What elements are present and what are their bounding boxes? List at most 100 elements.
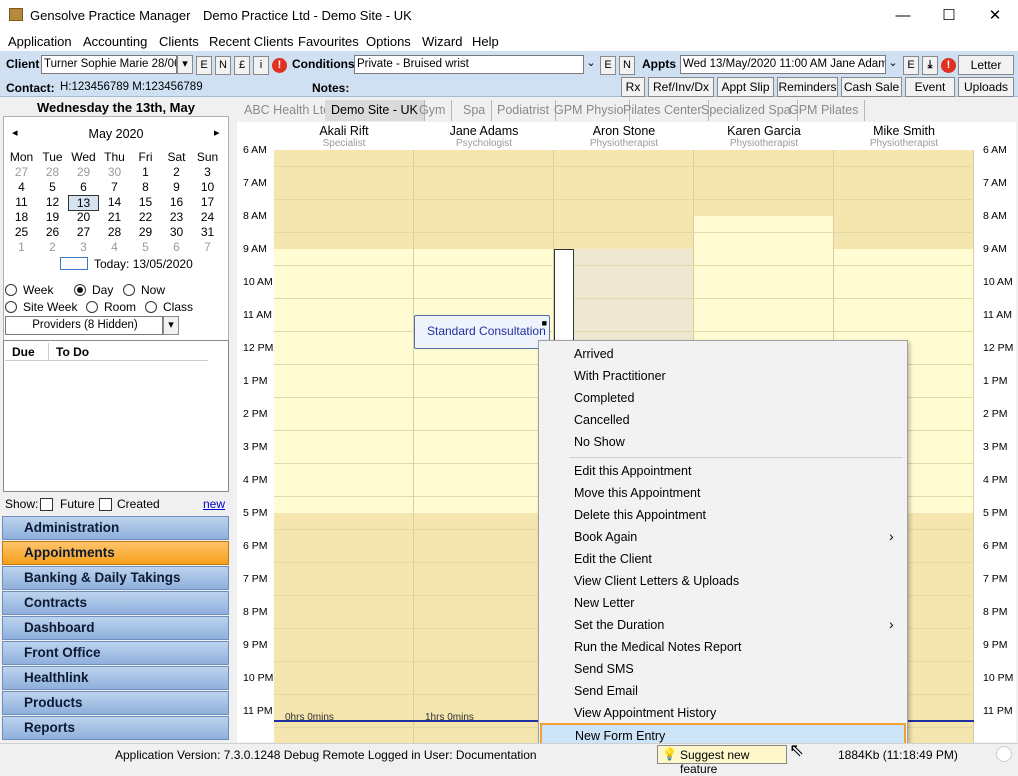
calendar-day[interactable]: 18: [6, 210, 37, 224]
next-month-icon[interactable]: ▸: [214, 126, 220, 139]
calendar-day[interactable]: 24: [192, 210, 223, 224]
menu-item-send-sms[interactable]: Send SMS: [574, 662, 634, 676]
client-edit-button[interactable]: E: [196, 56, 212, 75]
calendar-day[interactable]: 30: [99, 165, 130, 179]
created-checkbox[interactable]: [99, 498, 112, 511]
calendar-day[interactable]: 12: [37, 195, 68, 209]
tab-demo-site-uk[interactable]: Demo Site - UK: [325, 100, 425, 121]
calendar-day[interactable]: 3: [192, 165, 223, 179]
calendar-day[interactable]: 16: [161, 195, 192, 209]
ref-inv-dx-button[interactable]: Ref/Inv/Dx: [648, 77, 714, 97]
calendar-day[interactable]: 2: [37, 240, 68, 254]
calendar-day[interactable]: 3: [68, 240, 99, 254]
calendar-day[interactable]: 13: [68, 195, 99, 211]
calendar-day[interactable]: 7: [99, 180, 130, 194]
conditions-notes-button[interactable]: N: [619, 56, 635, 75]
calendar-day[interactable]: 4: [99, 240, 130, 254]
menu-clients[interactable]: Clients: [159, 34, 199, 49]
new-todo-link[interactable]: new: [203, 497, 225, 511]
calendar-day[interactable]: 27: [6, 165, 37, 179]
calendar-day[interactable]: 21: [99, 210, 130, 224]
conditions-edit-button[interactable]: E: [600, 56, 616, 75]
calendar-day[interactable]: 19: [37, 210, 68, 224]
menu-item-completed[interactable]: Completed: [574, 391, 634, 405]
tab-spa[interactable]: Spa: [457, 100, 493, 121]
calendar-day[interactable]: 7: [192, 240, 223, 254]
providers-chevron-icon[interactable]: ▾: [163, 316, 179, 335]
appts-chevron-icon[interactable]: ⌄: [886, 56, 900, 74]
download-icon[interactable]: ⤓: [922, 56, 938, 75]
providers-select[interactable]: Providers (8 Hidden): [5, 316, 163, 335]
menu-item-move-appointment[interactable]: Move this Appointment: [574, 486, 700, 500]
appts-select[interactable]: Wed 13/May/2020 11:00 AM Jane Adam: [680, 55, 886, 74]
calendar-day[interactable]: 28: [37, 165, 68, 179]
calendar-day[interactable]: 4: [6, 180, 37, 194]
menu-item-no-show[interactable]: No Show: [574, 435, 625, 449]
menu-item-view-letters-uploads[interactable]: View Client Letters & Uploads: [574, 574, 739, 588]
nav-reports[interactable]: Reports: [2, 716, 229, 740]
menu-item-arrived[interactable]: Arrived: [574, 347, 614, 361]
close-button[interactable]: ✕: [972, 0, 1018, 31]
menu-item-cancelled[interactable]: Cancelled: [574, 413, 630, 427]
letter-button[interactable]: Letter: [958, 55, 1014, 75]
class-radio[interactable]: [145, 301, 157, 313]
suggest-feature-button[interactable]: 💡 Suggest new feature: [657, 745, 787, 776]
calendar-day[interactable]: 9: [161, 180, 192, 194]
client-notes-button[interactable]: N: [215, 56, 231, 75]
client-alert-icon[interactable]: !: [272, 58, 287, 73]
maximize-button[interactable]: ☐: [926, 0, 972, 31]
month-title[interactable]: May 2020: [4, 127, 228, 141]
today-link[interactable]: Today: 13/05/2020: [94, 257, 193, 271]
menu-recent-clients[interactable]: Recent Clients: [209, 34, 294, 49]
room-radio[interactable]: [86, 301, 98, 313]
menu-help[interactable]: Help: [472, 34, 499, 49]
menu-wizard[interactable]: Wizard: [422, 34, 462, 49]
todo-due-column[interactable]: Due: [12, 345, 35, 359]
now-radio[interactable]: [123, 284, 135, 296]
calendar-day[interactable]: 22: [130, 210, 161, 224]
tab-podiatrist[interactable]: Podiatrist: [491, 100, 557, 121]
calendar-day[interactable]: 6: [68, 180, 99, 194]
calendar-day[interactable]: 20: [68, 210, 99, 224]
menu-item-medical-notes-report[interactable]: Run the Medical Notes Report: [574, 640, 741, 654]
menu-item-edit-client[interactable]: Edit the Client: [574, 552, 652, 566]
conditions-chevron-icon[interactable]: ⌄: [584, 56, 598, 74]
calendar-day[interactable]: 25: [6, 225, 37, 239]
event-button[interactable]: Event: [905, 77, 955, 97]
menu-item-delete-appointment[interactable]: Delete this Appointment: [574, 508, 706, 522]
appt-slip-button[interactable]: Appt Slip: [717, 77, 774, 97]
calendar-day[interactable]: 1: [130, 165, 161, 179]
calendar-day[interactable]: 5: [37, 180, 68, 194]
conditions-select[interactable]: Private - Bruised wrist: [354, 55, 584, 74]
calendar-day[interactable]: 26: [37, 225, 68, 239]
calendar-day[interactable]: 23: [161, 210, 192, 224]
nav-dashboard[interactable]: Dashboard: [2, 616, 229, 640]
nav-healthlink[interactable]: Healthlink: [2, 666, 229, 690]
client-info-button[interactable]: i: [253, 56, 269, 75]
calendar-day[interactable]: 14: [99, 195, 130, 209]
menu-accounting[interactable]: Accounting: [83, 34, 147, 49]
client-select[interactable]: Turner Sophie Marie 28/06/: [41, 55, 177, 74]
menu-item-set-duration[interactable]: Set the Duration: [574, 618, 664, 632]
calendar-day[interactable]: 29: [130, 225, 161, 239]
calendar-day[interactable]: 15: [130, 195, 161, 209]
calendar-day[interactable]: 31: [192, 225, 223, 239]
menu-item-book-again[interactable]: Book Again: [574, 530, 637, 544]
calendar-day[interactable]: 10: [192, 180, 223, 194]
appts-edit-button[interactable]: E: [903, 56, 919, 75]
nav-appointments[interactable]: Appointments: [2, 541, 229, 565]
appointment-block[interactable]: Standard Consultation ■: [414, 315, 550, 349]
calendar-day[interactable]: 17: [192, 195, 223, 209]
nav-banking-daily-takings[interactable]: Banking & Daily Takings: [2, 566, 229, 590]
rx-button[interactable]: Rx: [621, 77, 645, 97]
calendar-day[interactable]: 2: [161, 165, 192, 179]
reminders-button[interactable]: Reminders: [777, 77, 838, 97]
menu-favourites[interactable]: Favourites: [298, 34, 359, 49]
calendar-day[interactable]: 5: [130, 240, 161, 254]
menu-options[interactable]: Options: [366, 34, 411, 49]
nav-products[interactable]: Products: [2, 691, 229, 715]
appts-alert-icon[interactable]: !: [941, 58, 956, 73]
site-week-radio[interactable]: [5, 301, 17, 313]
future-checkbox[interactable]: [40, 498, 53, 511]
calendar-day[interactable]: 6: [161, 240, 192, 254]
